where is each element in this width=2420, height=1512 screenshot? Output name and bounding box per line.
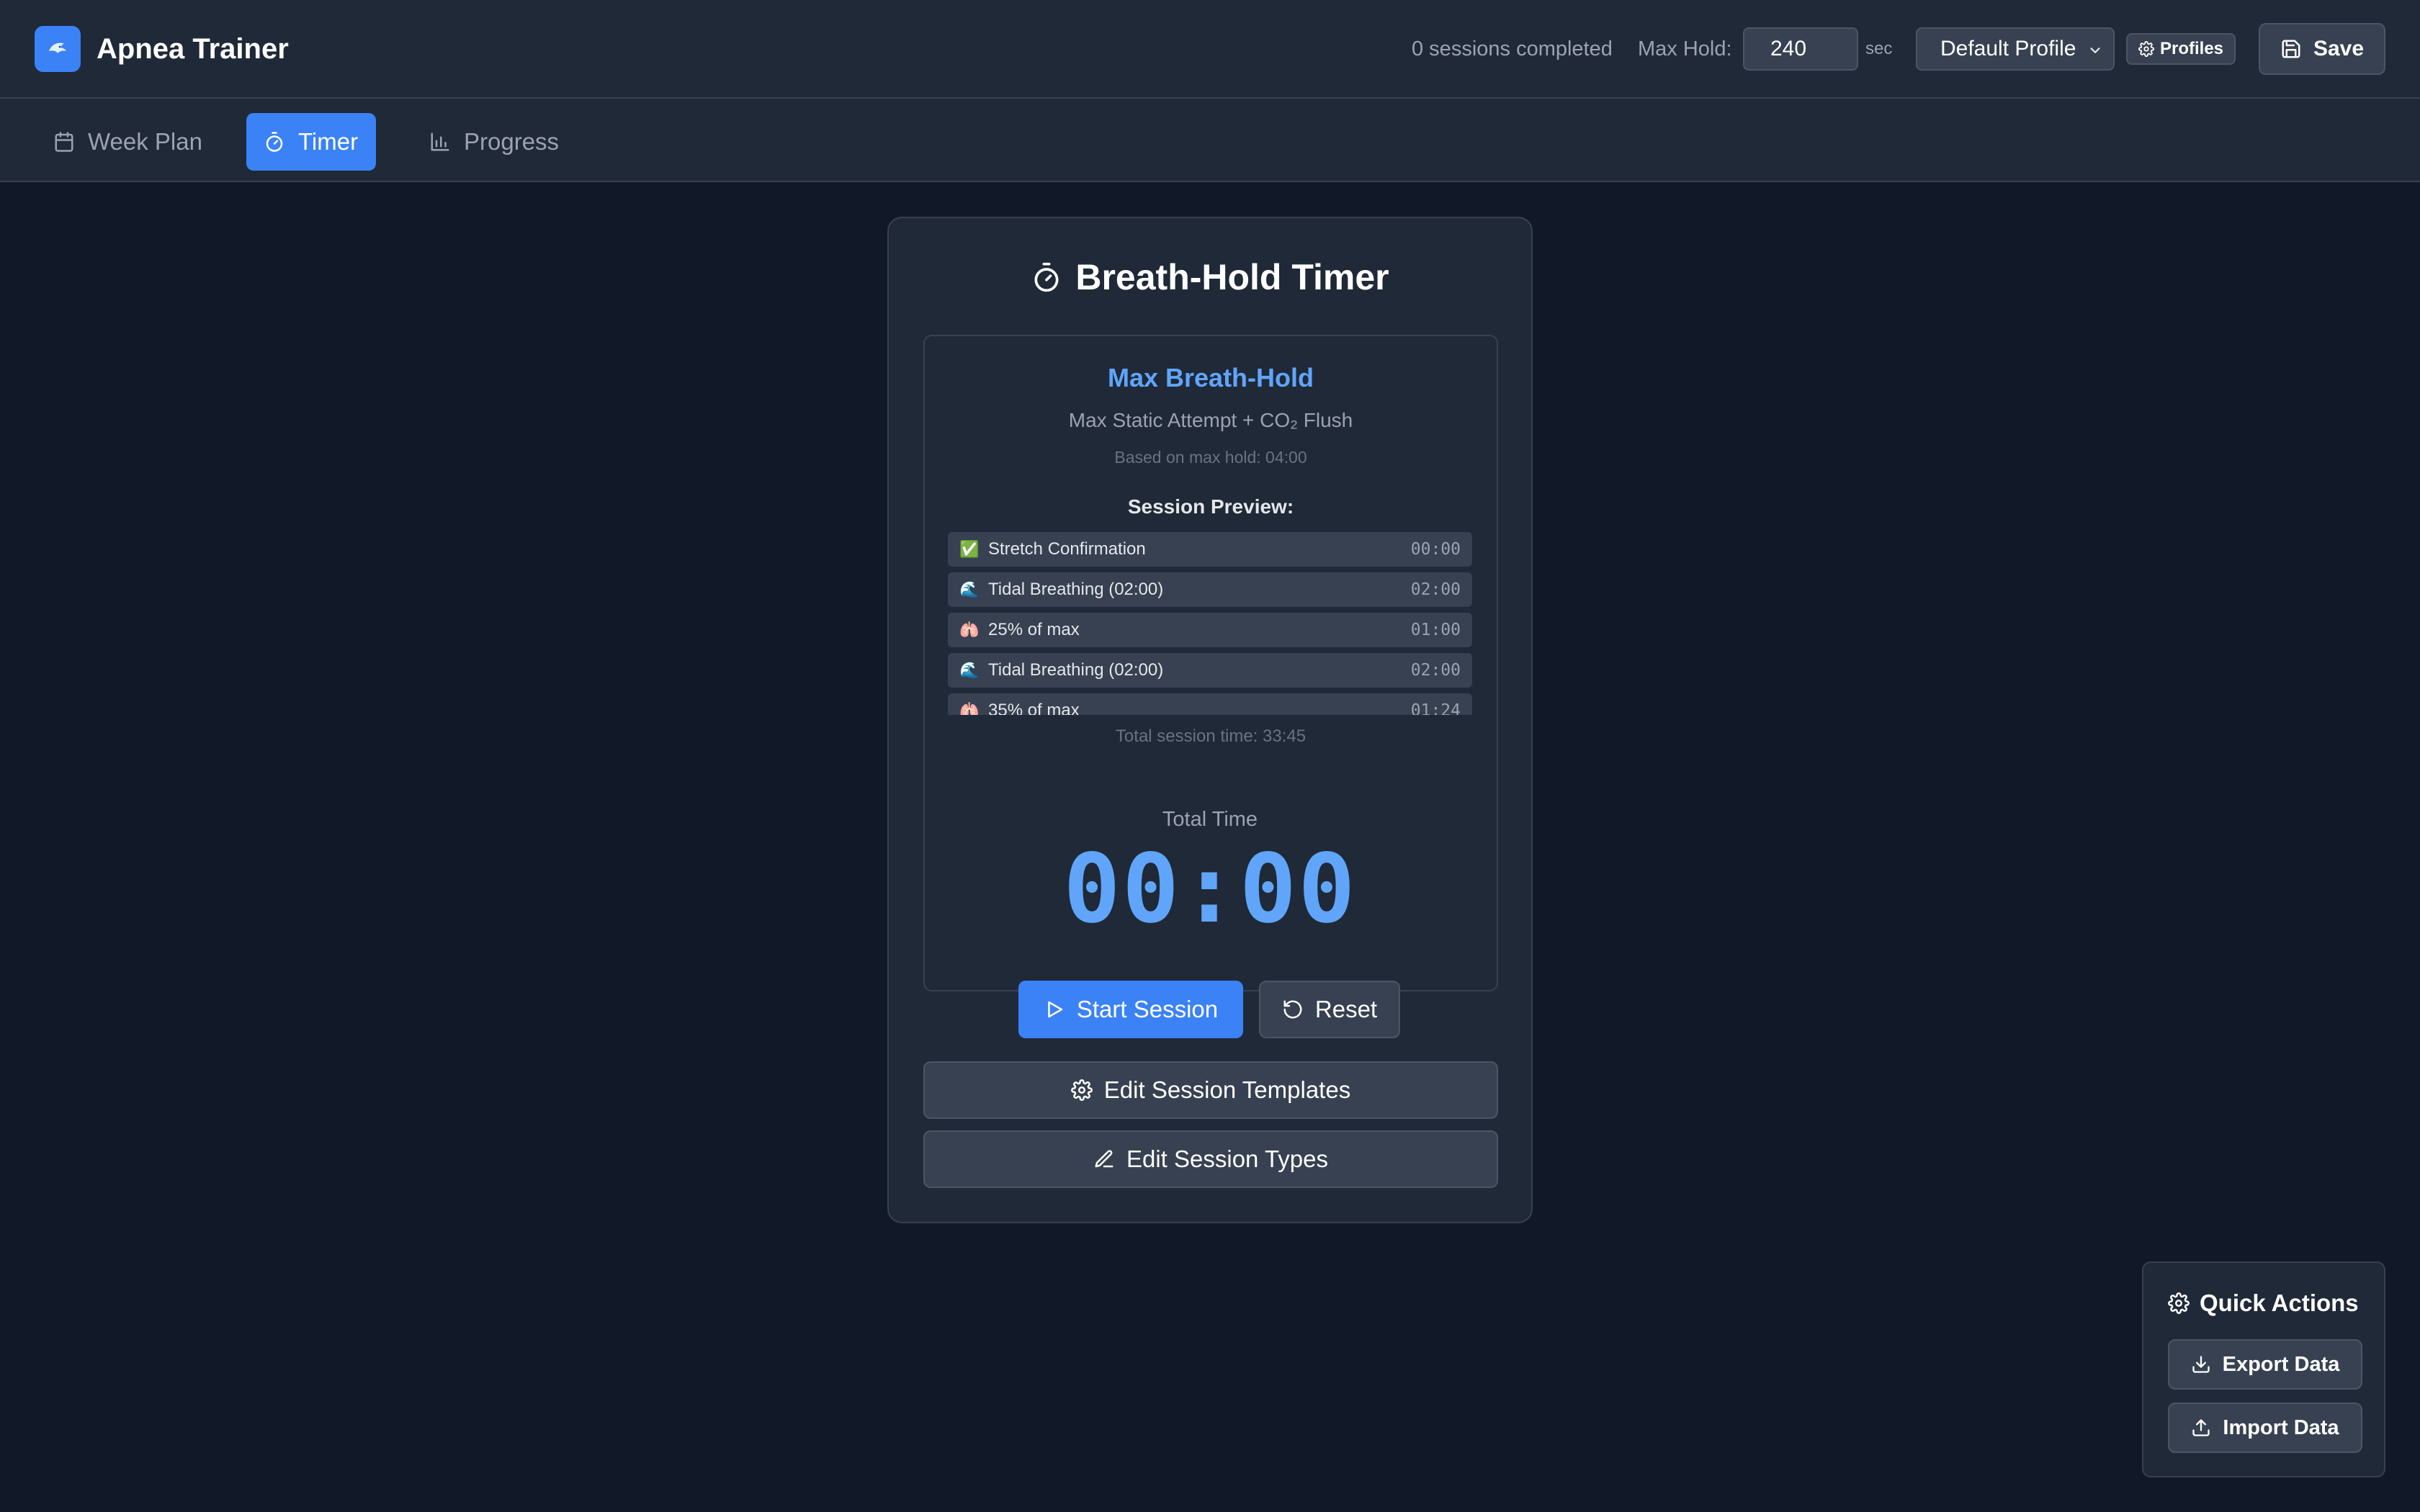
timer-display: 00:00 xyxy=(1063,834,1357,945)
import-data-label: Import Data xyxy=(2223,1416,2339,1439)
pencil-icon xyxy=(1093,1148,1115,1170)
max-hold-label: Max Hold: xyxy=(1638,37,1732,60)
save-button[interactable]: Save xyxy=(2259,23,2385,75)
dolphin-logo-icon xyxy=(35,26,81,72)
sessions-completed-count: 0 sessions completed xyxy=(1412,37,1613,60)
list-item: ✅ Stretch Confirmation 00:00 xyxy=(948,532,1472,567)
gear-icon xyxy=(1070,1079,1093,1101)
card-title-text: Breath-Hold Timer xyxy=(1075,257,1389,297)
save-button-label: Save xyxy=(2313,37,2365,60)
top-header: Apnea Trainer 0 sessions completed Max H… xyxy=(0,0,2420,99)
download-icon xyxy=(2191,1354,2211,1374)
max-hold-unit: sec xyxy=(1865,39,1893,58)
export-data-button[interactable]: Export Data xyxy=(2168,1339,2362,1390)
preview-step-time: 01:00 xyxy=(1410,621,1461,639)
tab-week-plan-label: Week Plan xyxy=(88,128,202,155)
session-subtitle: Max Static Attempt + CO₂ Flush xyxy=(1068,409,1353,431)
bar-chart-icon xyxy=(429,131,451,153)
list-item: 🌊 Tidal Breathing (02:00) 02:00 xyxy=(948,653,1472,688)
tab-week-plan[interactable]: Week Plan xyxy=(36,113,220,171)
preview-step-time: 02:00 xyxy=(1410,661,1461,680)
preview-step-time: 00:00 xyxy=(1410,540,1461,559)
edit-session-templates-button[interactable]: Edit Session Templates xyxy=(923,1061,1498,1119)
session-preview-heading: Session Preview: xyxy=(1127,495,1294,518)
start-session-button[interactable]: Start Session xyxy=(1018,981,1243,1038)
tab-bar: Week Plan Timer Progress xyxy=(0,99,2420,182)
preview-step-label: Tidal Breathing (02:00) xyxy=(988,580,1164,599)
total-session-time: Total session time: 33:45 xyxy=(1115,726,1307,746)
upload-icon xyxy=(2191,1418,2211,1438)
gear-icon xyxy=(2138,41,2154,57)
profiles-button-label: Profiles xyxy=(2159,39,2224,58)
lungs-icon: 🫁 xyxy=(959,621,980,639)
wave-icon: 🌊 xyxy=(959,661,980,679)
preview-step-time: 02:00 xyxy=(1410,580,1461,599)
edit-session-types-button[interactable]: Edit Session Types xyxy=(923,1130,1498,1188)
tab-timer[interactable]: Timer xyxy=(246,113,376,171)
export-data-label: Export Data xyxy=(2222,1352,2340,1376)
preview-step-label: 35% of max xyxy=(988,701,1080,715)
calendar-icon xyxy=(53,131,75,153)
max-hold-input[interactable] xyxy=(1743,27,1858,71)
tab-timer-label: Timer xyxy=(298,128,359,155)
reset-label: Reset xyxy=(1314,996,1378,1022)
stopwatch-icon xyxy=(264,131,285,153)
import-data-button[interactable]: Import Data xyxy=(2168,1403,2362,1453)
list-item: 🫁 25% of max 01:00 xyxy=(948,613,1472,647)
edit-session-types-label: Edit Session Types xyxy=(1126,1146,1329,1172)
quick-actions-title-text: Quick Actions xyxy=(2200,1290,2359,1316)
preview-step-label: Stretch Confirmation xyxy=(988,539,1146,559)
preview-step-label: Tidal Breathing (02:00) xyxy=(988,660,1164,680)
quick-actions-title: Quick Actions xyxy=(2168,1287,2359,1319)
gear-icon xyxy=(2168,1292,2190,1314)
timer-label: Total Time xyxy=(1162,808,1258,831)
preview-step-label: 25% of max xyxy=(988,620,1080,639)
edit-session-templates-label: Edit Session Templates xyxy=(1103,1076,1351,1103)
lungs-icon: 🫁 xyxy=(959,701,980,715)
profile-select[interactable]: Default Profile xyxy=(1916,27,2115,71)
chevron-down-icon xyxy=(2087,42,2103,58)
session-name: Max Breath-Hold xyxy=(1107,363,1314,392)
play-icon xyxy=(1044,999,1065,1020)
profile-select-value: Default Profile xyxy=(1940,37,2076,60)
session-preview-list[interactable]: ✅ Stretch Confirmation 00:00 🌊 Tidal Bre… xyxy=(948,532,1472,715)
tab-progress[interactable]: Progress xyxy=(412,113,576,171)
list-item: 🫁 35% of max 01:24 xyxy=(948,693,1472,715)
reset-button[interactable]: Reset xyxy=(1259,981,1400,1038)
list-item: 🌊 Tidal Breathing (02:00) 02:00 xyxy=(948,572,1472,607)
profiles-button[interactable]: Profiles xyxy=(2126,33,2236,65)
check-icon: ✅ xyxy=(959,540,980,558)
wave-icon: 🌊 xyxy=(959,580,980,598)
card-title: Breath-Hold Timer xyxy=(889,256,1531,299)
based-on-max-hold: Based on max hold: 04:00 xyxy=(1114,448,1307,467)
preview-step-time: 01:24 xyxy=(1410,701,1461,715)
quick-actions-panel: Quick Actions Export Data Import Data xyxy=(2142,1261,2385,1477)
reset-icon xyxy=(1282,999,1304,1020)
app-title: Apnea Trainer xyxy=(97,33,289,65)
save-icon xyxy=(2280,38,2302,60)
stopwatch-icon xyxy=(1031,261,1062,293)
tab-progress-label: Progress xyxy=(464,128,560,155)
start-session-label: Start Session xyxy=(1076,996,1219,1022)
